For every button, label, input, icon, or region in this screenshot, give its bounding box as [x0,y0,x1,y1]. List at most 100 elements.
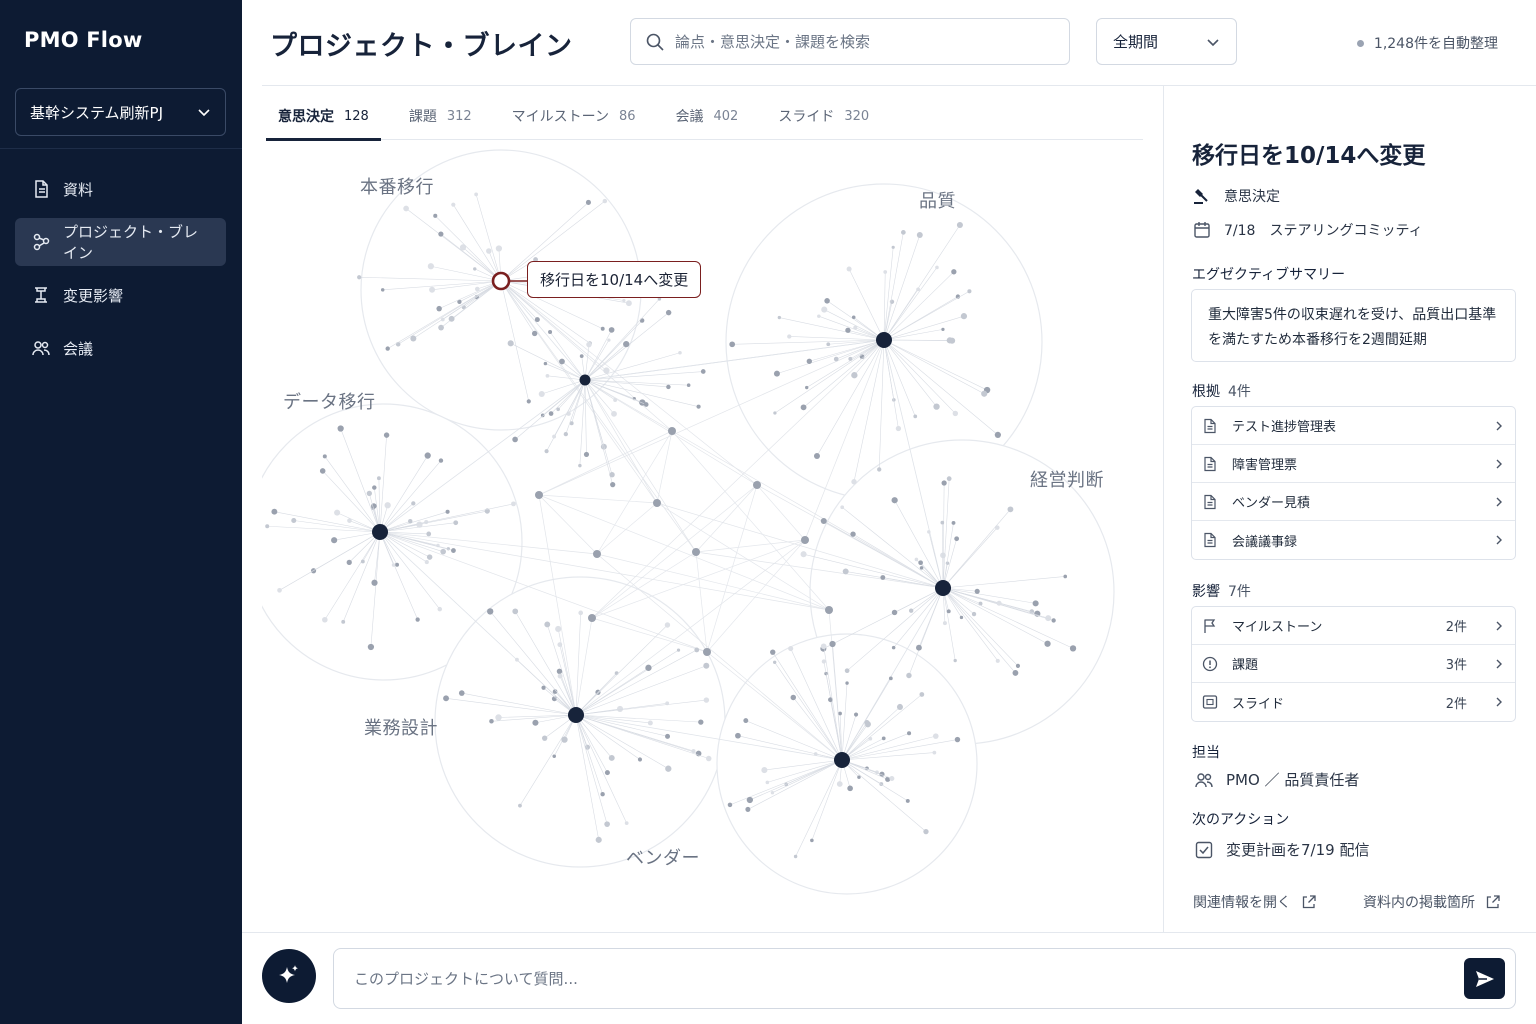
open-related-link[interactable]: 関連情報を開く [1193,892,1317,912]
document-icon [1204,494,1216,509]
graph-node [896,703,903,710]
graph-node [540,413,545,418]
graph-hub-node [579,374,591,386]
graph-node [967,289,972,294]
impact-item-count: 2件 [1445,696,1467,712]
search-box[interactable] [630,18,1070,65]
impact-item-issue[interactable]: 課題 3件 [1192,645,1515,683]
send-button[interactable] [1464,958,1505,999]
graph-node [438,324,444,331]
tab-milestones[interactable]: マイルストーン 86 [500,92,648,140]
graph-node [941,327,945,332]
graph-node [703,648,711,656]
graph-node [603,367,610,374]
knowledge-graph[interactable]: 本番移行 品質 データ移行 経営判断 業務設計 ベンダー 移行日を10/14へ変… [262,142,1152,922]
impact-item-milestone[interactable]: マイルストーン 2件 [1192,607,1515,645]
graph-node [777,315,781,320]
evidence-item[interactable]: ベンダー見積 [1192,483,1515,521]
document-icon [1204,532,1216,548]
chevron-right-icon [1496,535,1502,545]
evidence-item-label: 会議議事録 [1232,534,1298,550]
graph-node [888,676,893,681]
ai-assistant-button[interactable] [262,949,316,1003]
evidence-item[interactable]: 会議議事録 [1192,521,1515,559]
graph-node [1051,618,1056,623]
graph-node [761,767,768,774]
document-location-label: 資料内の掲載箇所 [1363,895,1475,911]
document-location-link[interactable]: 資料内の掲載箇所 [1363,892,1501,912]
evidence-label: 根拠 4件 [1192,381,1251,401]
graph-node [429,286,436,293]
graph-node [410,335,417,342]
sidebar-nav: 資料 プロジェクト・ブレイン 変更影響 会議 [15,165,226,377]
chat-input[interactable] [354,969,1464,988]
graph-node [408,519,413,524]
decision-date-meeting: 7/18 ステアリングコミッティ [1224,223,1423,239]
graph-node [426,531,432,537]
graph-node [322,454,327,459]
tab-meetings[interactable]: 会議 402 [664,92,751,140]
knowledge-graph-canvas[interactable] [262,142,1152,922]
sidebar-item-change-impact[interactable]: 変更影響 [15,271,226,319]
graph-node [653,499,661,507]
search-input[interactable] [675,32,1055,51]
graph-node [535,491,543,499]
chat-box[interactable] [333,948,1516,1009]
sidebar-item-meetings[interactable]: 会議 [15,324,226,372]
tab-slides[interactable]: スライド 320 [766,92,881,140]
sidebar-item-documents[interactable]: 資料 [15,165,226,213]
graph-node [844,668,850,674]
selected-decision-node [491,271,511,291]
tab-issues[interactable]: 課題 312 [397,92,484,140]
graph-node [825,606,833,614]
evidence-list: テスト進捗管理表 障害管理票 ベンダー見積 会議議事録 [1191,406,1516,560]
tab-decisions[interactable]: 意思決定 128 [266,92,381,141]
graph-node [451,202,456,207]
graph-node [850,531,856,537]
graph-node [337,425,344,432]
graph-node [773,660,777,664]
graph-node [453,520,459,526]
graph-node [526,399,531,404]
chevron-down-icon [198,109,210,117]
executive-summary: 重大障害5件の収束遅れを受け、品質出口基準を満たすため本番移行を2週間延期 [1191,289,1516,362]
graph-node [846,266,852,272]
period-select[interactable]: 全期間 [1096,18,1237,65]
sidebar-item-label: 変更影響 [63,286,124,305]
graph-node [851,479,857,485]
graph-node [277,587,282,593]
graph-node [451,548,456,553]
graph-node [515,657,519,662]
graph-node [954,736,961,743]
graph-node [788,645,794,652]
impact-item-label: マイルストーン [1232,620,1323,635]
selected-node-callout[interactable]: 移行日を10/14へ変更 [527,261,702,298]
graph-node [883,270,888,274]
graph-node [678,350,682,355]
impact-item-slide[interactable]: スライド 2件 [1192,683,1515,721]
graph-node [1012,670,1019,676]
graph-node [512,436,518,443]
graph-node [864,720,870,726]
checkbox-icon[interactable] [1194,840,1214,860]
graph-node [824,298,830,304]
graph-node [458,690,465,696]
project-select[interactable]: 基幹システム刷新PJ [15,88,226,136]
graph-node [643,402,649,407]
evidence-item-label: ベンダー見積 [1232,496,1311,511]
evidence-item[interactable]: 障害管理票 [1192,445,1515,483]
evidence-item[interactable]: テスト進捗管理表 [1192,407,1515,445]
next-action[interactable]: 変更計画を7/19 配信 [1194,839,1369,860]
project-select-value: 基幹システム刷新PJ [30,103,164,122]
graph-node [552,754,556,758]
sidebar: PMO Flow 基幹システム刷新PJ 資料 プロジェクト・ブレイン 変更影響 … [0,0,242,1024]
sidebar-item-label: 資料 [63,180,94,199]
sidebar-item-project-brain[interactable]: プロジェクト・ブレイン [15,218,226,266]
bottom-divider [242,932,1536,933]
graph-node [424,560,429,565]
graph-node [438,231,444,237]
graph-node [383,432,390,438]
graph-node [578,463,582,468]
graph-node [951,520,956,525]
graph-node [512,608,519,615]
